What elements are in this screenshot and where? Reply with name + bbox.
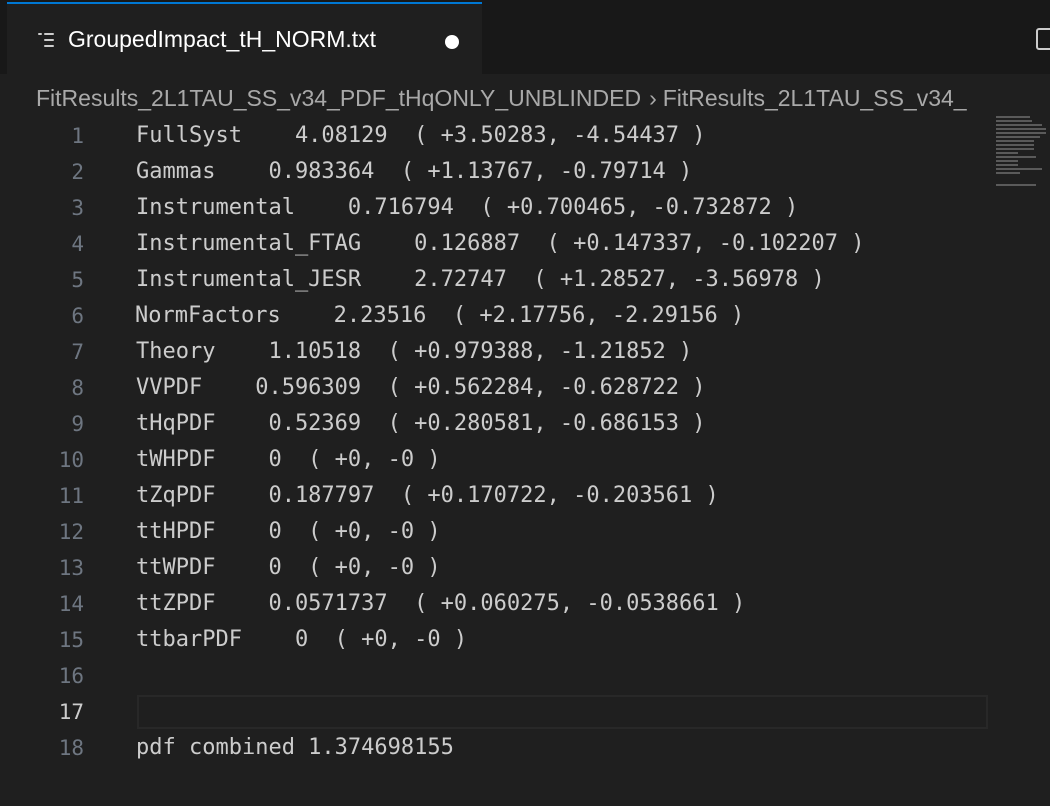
line-number: 17: [58, 700, 84, 724]
editor-line[interactable]: 5 Instrumental_JESR 2.72747 ( +1.28527, -…: [0, 262, 1050, 298]
text-editor[interactable]: 1 FullSyst 4.08129 ( +3.50283, -4.54437 )…: [0, 118, 1050, 806]
line-number: 8: [71, 376, 84, 400]
line-number: 4: [71, 232, 84, 256]
line-content: Instrumental_JESR 2.72747 ( +1.28527, -3…: [136, 267, 825, 292]
editor-line[interactable]: 3 Instrumental 0.716794 ( +0.700465, -0.7…: [0, 190, 1050, 226]
editor-tab-bar: GroupedImpact_tH_NORM.txt: [0, 0, 1050, 74]
line-content: FullSyst 4.08129 ( +3.50283, -4.54437 ): [136, 123, 706, 148]
line-number: 16: [58, 664, 84, 688]
breadcrumb-item[interactable]: FitResults_2L1TAU_SS_v34_: [663, 85, 967, 111]
line-number: 11: [58, 484, 84, 508]
editor-line[interactable]: 15 ttbarPDF 0 ( +0, -0 ): [0, 622, 1050, 658]
line-content: Gammas 0.983364 ( +1.13767, -0.79714 ): [136, 159, 693, 184]
editor-line[interactable]: 6 NormFactors 2.23516 ( +2.17756, -2.2915…: [0, 298, 1050, 334]
line-number: 10: [58, 448, 84, 472]
line-number: 7: [71, 340, 84, 364]
editor-tab-active[interactable]: GroupedImpact_tH_NORM.txt: [7, 2, 482, 74]
line-number: 2: [71, 160, 84, 184]
line-number: 9: [71, 412, 84, 436]
line-content: tWHPDF 0 ( +0, -0 ): [136, 447, 441, 472]
minimap[interactable]: [996, 116, 1050, 196]
editor-line[interactable]: 18 pdf combined 1.374698155: [0, 730, 1050, 766]
breadcrumb: FitResults_2L1TAU_SS_v34_PDF_tHqONLY_UNB…: [36, 82, 1050, 114]
editor-line[interactable]: 1 FullSyst 4.08129 ( +3.50283, -4.54437 ): [0, 118, 1050, 154]
line-number: 1: [71, 124, 84, 148]
line-number: 5: [71, 268, 84, 292]
line-content: tHqPDF 0.52369 ( +0.280581, -0.686153 ): [136, 411, 706, 436]
editor-line[interactable]: 8 VVPDF 0.596309 ( +0.562284, -0.628722 ): [0, 370, 1050, 406]
line-number: 18: [58, 736, 84, 760]
line-number: 6: [71, 304, 84, 328]
editor-line[interactable]: 14 ttZPDF 0.0571737 ( +0.060275, -0.05386…: [0, 586, 1050, 622]
line-number: 12: [58, 520, 84, 544]
editor-line[interactable]: 4 Instrumental_FTAG 0.126887 ( +0.147337,…: [0, 226, 1050, 262]
chevron-right-icon: ›: [649, 85, 657, 111]
editor-line[interactable]: 17: [0, 694, 1050, 730]
line-content: ttZPDF 0.0571737 ( +0.060275, -0.0538661…: [136, 591, 746, 616]
editor-line[interactable]: 10 tWHPDF 0 ( +0, -0 ): [0, 442, 1050, 478]
line-content: Theory 1.10518 ( +0.979388, -1.21852 ): [136, 339, 693, 364]
editor-line[interactable]: 12 ttHPDF 0 ( +0, -0 ): [0, 514, 1050, 550]
line-content: tZqPDF 0.187797 ( +0.170722, -0.203561 ): [136, 483, 719, 508]
line-number: 3: [71, 196, 84, 220]
split-editor-icon[interactable]: [1036, 28, 1050, 50]
editor-line[interactable]: 2 Gammas 0.983364 ( +1.13767, -0.79714 ): [0, 154, 1050, 190]
line-content: VVPDF 0.596309 ( +0.562284, -0.628722 ): [136, 375, 706, 400]
line-content: ttWPDF 0 ( +0, -0 ): [136, 555, 441, 580]
line-content: NormFactors 2.23516 ( +2.17756, -2.29156…: [135, 303, 745, 328]
line-content: pdf combined 1.374698155: [136, 735, 454, 760]
unsaved-dot-icon[interactable]: [445, 35, 459, 49]
line-number: 14: [58, 592, 84, 616]
editor-line[interactable]: 9 tHqPDF 0.52369 ( +0.280581, -0.686153 ): [0, 406, 1050, 442]
editor-line[interactable]: 16: [0, 658, 1050, 694]
line-content: Instrumental_FTAG 0.126887 ( +0.147337, …: [136, 231, 865, 256]
editor-line[interactable]: 7 Theory 1.10518 ( +0.979388, -1.21852 ): [0, 334, 1050, 370]
file-text-icon: [38, 33, 54, 47]
tab-title: GroupedImpact_tH_NORM.txt: [68, 26, 377, 52]
line-number: 13: [58, 556, 84, 580]
editor-line[interactable]: 11 tZqPDF 0.187797 ( +0.170722, -0.203561…: [0, 478, 1050, 514]
line-content: ttbarPDF 0 ( +0, -0 ): [136, 627, 468, 652]
line-content: Instrumental 0.716794 ( +0.700465, -0.73…: [136, 195, 799, 220]
line-content: ttHPDF 0 ( +0, -0 ): [136, 519, 441, 544]
editor-line[interactable]: 13 ttWPDF 0 ( +0, -0 ): [0, 550, 1050, 586]
breadcrumb-item[interactable]: FitResults_2L1TAU_SS_v34_PDF_tHqONLY_UNB…: [36, 85, 641, 111]
line-number: 15: [58, 628, 84, 652]
